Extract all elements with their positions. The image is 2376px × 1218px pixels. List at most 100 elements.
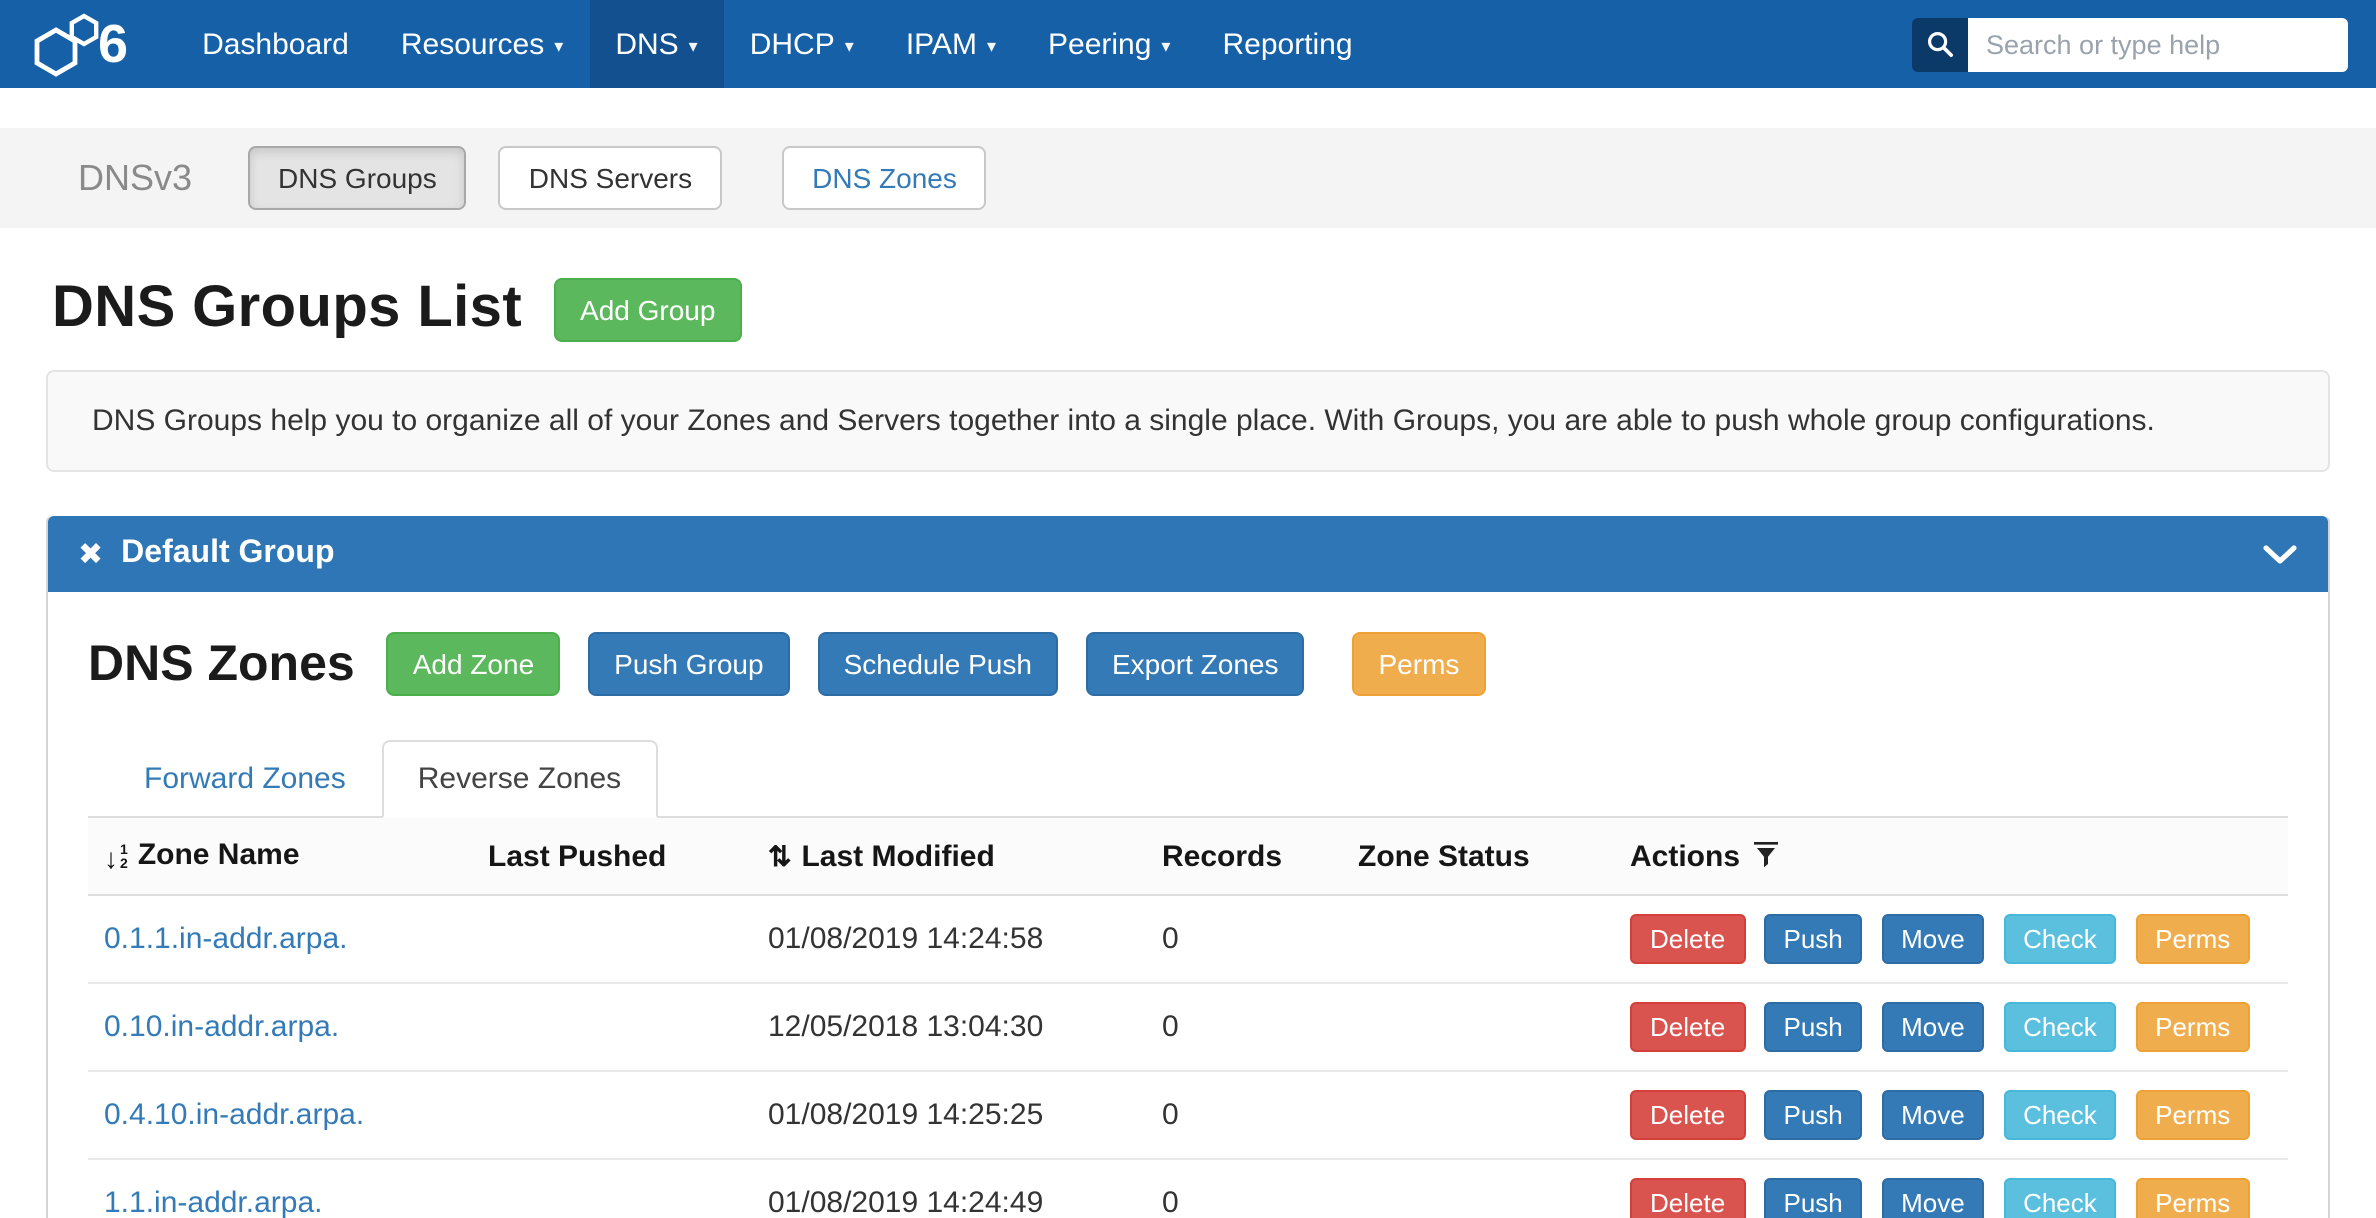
nav-item-dhcp[interactable]: DHCP ▾ [724, 0, 880, 88]
group-perms-button[interactable]: Perms [1353, 632, 1486, 696]
zone-status-cell [1342, 1071, 1614, 1159]
caret-down-icon: ▾ [689, 35, 698, 57]
move-button[interactable]: Move [1881, 1090, 1985, 1140]
col-last-pushed[interactable]: Last Pushed [472, 818, 752, 895]
column-label: Zone Status [1358, 839, 1530, 873]
col-actions: Actions [1614, 818, 2288, 895]
page-title: DNS Groups List [52, 276, 522, 342]
collapse-chevron-icon[interactable] [2262, 543, 2298, 565]
col-zone-name[interactable]: ↓12Zone Name [88, 818, 472, 895]
push-button[interactable]: Push [1764, 1002, 1863, 1052]
last-modified-cell: 01/08/2019 14:24:49 [752, 1159, 1146, 1218]
add-group-button[interactable]: Add Group [554, 277, 741, 341]
schedule-push-button[interactable]: Schedule Push [818, 632, 1058, 696]
search-input[interactable] [1968, 17, 2348, 71]
sort-icon: ⇅ [768, 839, 791, 871]
nav-item-ipam[interactable]: IPAM ▾ [880, 0, 1022, 88]
default-group-panel: ✖ Default Group DNS Zones Add Zone Push … [46, 516, 2330, 1218]
zone-name-link[interactable]: 1.1.in-addr.arpa. [104, 1186, 323, 1218]
push-button[interactable]: Push [1764, 1090, 1863, 1140]
export-zones-button[interactable]: Export Zones [1086, 632, 1305, 696]
caret-down-icon: ▾ [1161, 35, 1170, 57]
column-label: Records [1162, 839, 1282, 873]
page-header: DNS Groups List Add Group [0, 276, 2376, 342]
delete-button[interactable]: Delete [1630, 1090, 1745, 1140]
records-cell: 0 [1146, 895, 1342, 983]
group-panel-body: DNS Zones Add Zone Push Group Schedule P… [48, 592, 2328, 1218]
table-body: 0.1.1.in-addr.arpa. 01/08/2019 14:24:58 … [88, 895, 2288, 1218]
records-cell: 0 [1146, 983, 1342, 1071]
perms-button[interactable]: Perms [2135, 914, 2250, 964]
zone-name-link[interactable]: 0.4.10.in-addr.arpa. [104, 1098, 364, 1132]
add-zone-button[interactable]: Add Zone [387, 632, 560, 696]
zone-name-link[interactable]: 0.1.1.in-addr.arpa. [104, 922, 348, 956]
tab-forward-zones[interactable]: Forward Zones [108, 740, 382, 818]
last-pushed-cell [472, 1071, 752, 1159]
top-navbar: 6 Dashboard Resources ▾ DNS ▾ DHCP ▾ IPA… [0, 0, 2376, 88]
last-pushed-cell [472, 983, 752, 1071]
zone-status-cell [1342, 895, 1614, 983]
delete-button[interactable]: Delete [1630, 914, 1745, 964]
col-last-modified[interactable]: ⇅ Last Modified [752, 818, 1146, 895]
perms-button[interactable]: Perms [2135, 1178, 2250, 1218]
actions-cell: Delete Push Move Check Perms [1614, 1071, 2288, 1159]
group-panel-header[interactable]: ✖ Default Group [48, 516, 2328, 592]
tab-reverse-zones[interactable]: Reverse Zones [382, 740, 657, 818]
move-button[interactable]: Move [1881, 914, 1985, 964]
nav-label: Reporting [1222, 27, 1352, 61]
page: 6 Dashboard Resources ▾ DNS ▾ DHCP ▾ IPA… [0, 0, 2376, 1218]
move-button[interactable]: Move [1881, 1002, 1985, 1052]
move-button[interactable]: Move [1881, 1178, 1985, 1218]
nav-item-reporting[interactable]: Reporting [1196, 0, 1378, 88]
app-logo[interactable]: 6 [24, 0, 148, 88]
nav-label: Dashboard [202, 27, 349, 61]
delete-button[interactable]: Delete [1630, 1178, 1745, 1218]
perms-button[interactable]: Perms [2135, 1090, 2250, 1140]
main-nav: Dashboard Resources ▾ DNS ▾ DHCP ▾ IPAM … [176, 0, 1379, 88]
col-zone-status[interactable]: Zone Status [1342, 818, 1614, 895]
remove-group-icon[interactable]: ✖ [78, 539, 103, 569]
caret-down-icon: ▾ [554, 35, 563, 57]
nav-item-dns[interactable]: DNS ▾ [589, 0, 723, 88]
last-modified-cell: 12/05/2018 13:04:30 [752, 983, 1146, 1071]
check-button[interactable]: Check [2003, 1178, 2117, 1218]
nav-label: Peering [1048, 27, 1151, 61]
last-pushed-cell [472, 895, 752, 983]
zone-name-cell: 0.1.1.in-addr.arpa. [88, 895, 472, 983]
last-modified-cell: 01/08/2019 14:24:58 [752, 895, 1146, 983]
nav-label: DNS [615, 27, 678, 61]
push-button[interactable]: Push [1764, 1178, 1863, 1218]
search-box [1912, 17, 2348, 71]
check-button[interactable]: Check [2003, 1090, 2117, 1140]
perms-button[interactable]: Perms [2135, 1002, 2250, 1052]
zone-name-cell: 0.4.10.in-addr.arpa. [88, 1071, 472, 1159]
nav-item-dashboard[interactable]: Dashboard [176, 0, 375, 88]
nav-item-peering[interactable]: Peering ▾ [1022, 0, 1196, 88]
records-cell: 0 [1146, 1159, 1342, 1218]
button-dns-groups[interactable]: DNS Groups [248, 146, 467, 210]
actions-cell: Delete Push Move Check Perms [1614, 983, 2288, 1071]
hexagon-logo-icon [28, 10, 104, 78]
search-icon[interactable] [1912, 17, 1968, 71]
delete-button[interactable]: Delete [1630, 1002, 1745, 1052]
button-dns-zones[interactable]: DNS Zones [782, 146, 987, 210]
push-group-button[interactable]: Push Group [588, 632, 789, 696]
group-title: Default Group [121, 536, 334, 572]
zone-name-link[interactable]: 0.10.in-addr.arpa. [104, 1010, 339, 1044]
col-records[interactable]: Records [1146, 818, 1342, 895]
actions-cell: Delete Push Move Check Perms [1614, 895, 2288, 983]
push-button[interactable]: Push [1764, 914, 1863, 964]
nav-item-resources[interactable]: Resources ▾ [375, 0, 589, 88]
check-button[interactable]: Check [2003, 1002, 2117, 1052]
zone-row: 0.1.1.in-addr.arpa. 01/08/2019 14:24:58 … [88, 895, 2288, 983]
zones-table: ↓12Zone Name Last Pushed ⇅Last Modified … [88, 818, 2288, 1218]
zones-toolbar: DNS Zones Add Zone Push Group Schedule P… [88, 632, 2288, 696]
zone-status-cell [1342, 1159, 1614, 1218]
column-label: Last Modified [801, 839, 994, 873]
check-button[interactable]: Check [2003, 914, 2117, 964]
dns-subnav: DNSv3 DNS Groups DNS Servers DNS Zones [0, 128, 2376, 228]
filter-icon[interactable] [1754, 841, 1778, 867]
zone-status-cell [1342, 983, 1614, 1071]
column-label: Last Pushed [488, 839, 666, 873]
button-dns-servers[interactable]: DNS Servers [499, 146, 722, 210]
